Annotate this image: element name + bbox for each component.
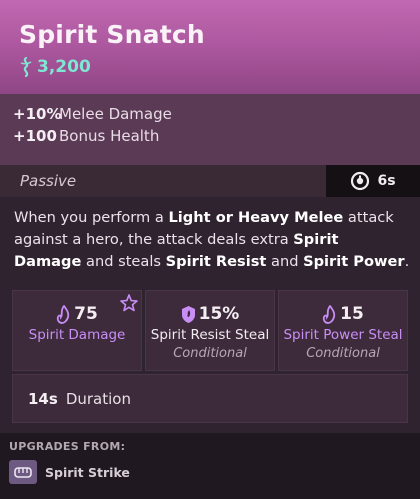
effect-box-spirit-power-steal: 15 Spirit Power Steal Conditional: [278, 290, 408, 371]
upgrade-item[interactable]: Spirit Strike: [9, 460, 420, 484]
effect-label: Spirit Resist Steal: [150, 327, 270, 343]
stat-row: +10% Melee Damage: [13, 105, 420, 127]
stat-label: Melee Damage: [59, 105, 172, 123]
effect-label: Spirit Damage: [28, 327, 126, 343]
cost-row: 3,200: [19, 57, 420, 77]
effect-box-spirit-resist-steal: 15% Spirit Resist Steal Conditional: [145, 290, 275, 371]
item-cost: 3,200: [37, 57, 91, 77]
spirit-shield-icon: [181, 305, 195, 323]
stat-list: +10% Melee Damage +100 Bonus Health: [0, 94, 420, 165]
star-icon: [120, 294, 138, 312]
effect-label: Spirit Power Steal: [283, 327, 403, 343]
upgrade-name: Spirit Strike: [45, 464, 130, 480]
stat-label: Bonus Health: [59, 127, 160, 145]
duration-label: Duration: [65, 389, 131, 408]
effect-box-spirit-damage: 75 Spirit Damage: [12, 290, 142, 371]
effect-value: 15: [340, 304, 364, 324]
duration-box: 14s Duration: [12, 374, 408, 423]
effect-value: 75: [74, 304, 98, 324]
cooldown-clock-icon: [351, 171, 370, 191]
cooldown-badge: 6s: [326, 165, 420, 197]
stat-value: +100: [13, 127, 57, 145]
spirit-flame-icon: [57, 304, 70, 324]
item-card: Spirit Snatch 3,200 +10% Melee Damage +1…: [0, 0, 420, 499]
spirit-flame-icon: [323, 304, 336, 324]
cooldown-value: 6s: [377, 173, 396, 189]
item-header: Spirit Snatch 3,200: [0, 0, 420, 94]
effect-conditional: Conditional: [306, 346, 380, 361]
passive-bar: Passive 6s: [0, 165, 420, 197]
upgrades-title: UPGRADES FROM:: [9, 440, 126, 453]
effect-value: 15%: [198, 304, 240, 324]
passive-description: When you perform a Light or Heavy Melee …: [0, 197, 420, 433]
stat-value: +10%: [13, 105, 62, 123]
description-text: When you perform a Light or Heavy Melee …: [14, 209, 410, 270]
item-title: Spirit Snatch: [19, 20, 205, 49]
effect-conditional: Conditional: [173, 346, 247, 361]
duration-value: 14s: [28, 389, 58, 408]
effect-boxes: 75 Spirit Damage 15% Spirit Resist Steal…: [12, 290, 408, 371]
soul-currency-icon: [20, 57, 32, 77]
passive-label: Passive: [20, 172, 77, 190]
stat-row: +100 Bonus Health: [13, 127, 420, 149]
fist-icon: [9, 460, 37, 484]
upgrades-section: UPGRADES FROM: Spirit Strike: [0, 433, 420, 499]
